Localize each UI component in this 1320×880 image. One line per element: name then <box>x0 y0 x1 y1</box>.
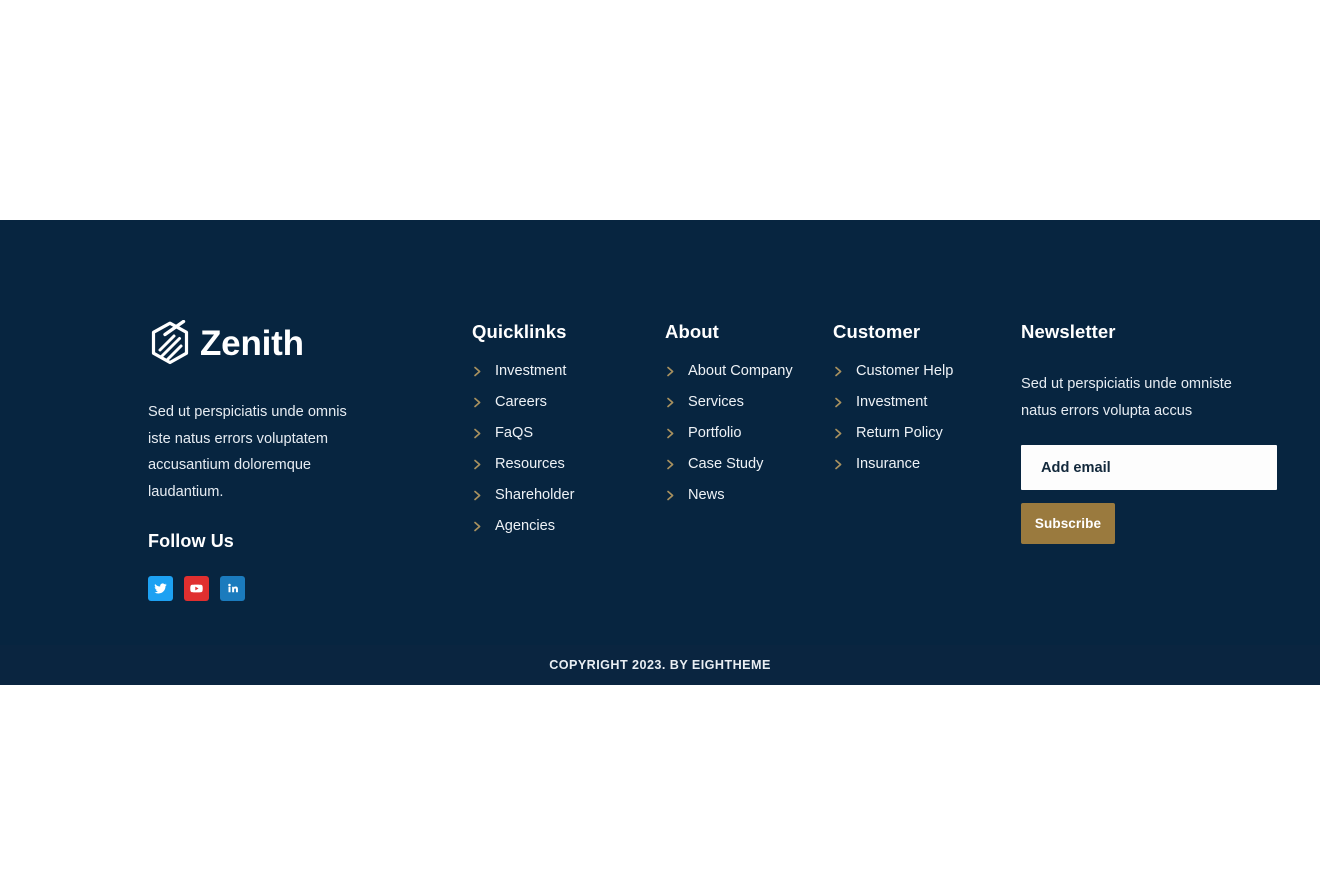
footer-link-label: Return Policy <box>856 425 943 442</box>
footer-link-services[interactable]: Services <box>665 387 830 418</box>
footer-link-about-company[interactable]: About Company <box>665 356 830 387</box>
footer-link-insurance[interactable]: Insurance <box>833 449 1013 480</box>
chevron-right-icon <box>665 366 676 377</box>
footer-link-customer-investment[interactable]: Investment <box>833 387 1013 418</box>
brand-name: Zenith <box>200 323 304 363</box>
footer-link-label: Investment <box>856 394 928 411</box>
footer-link-label: Services <box>688 394 744 411</box>
newsletter-email-input[interactable] <box>1021 445 1277 490</box>
footer-column-quicklinks: Quicklinks Investment Careers FaQS Resou… <box>472 320 652 542</box>
footer-link-label: Portfolio <box>688 425 742 442</box>
footer-link-label: Insurance <box>856 456 921 473</box>
link-list-about: About Company Services Portfolio Case St… <box>665 356 830 511</box>
chevron-right-icon <box>665 459 676 470</box>
footer-link-label: Case Study <box>688 456 764 473</box>
link-list-customer: Customer Help Investment Return Policy I… <box>833 356 1013 480</box>
chevron-right-icon <box>665 490 676 501</box>
footer-link-case-study[interactable]: Case Study <box>665 449 830 480</box>
footer-link-label: Investment <box>495 363 567 380</box>
chevron-right-icon <box>833 428 844 439</box>
chevron-right-icon <box>472 490 483 501</box>
footer-link-careers[interactable]: Careers <box>472 387 652 418</box>
footer-link-label: Resources <box>495 456 565 473</box>
footer-link-news[interactable]: News <box>665 480 830 511</box>
social-links <box>148 575 418 601</box>
column-title-customer: Customer <box>833 321 921 342</box>
newsletter-title: Newsletter <box>1021 321 1116 342</box>
chevron-right-icon <box>833 366 844 377</box>
youtube-icon <box>190 582 203 595</box>
chevron-right-icon <box>472 428 483 439</box>
newsletter-subscribe-button[interactable]: Subscribe <box>1021 503 1115 544</box>
chevron-right-icon <box>833 459 844 470</box>
footer-link-return-policy[interactable]: Return Policy <box>833 418 1013 449</box>
chevron-right-icon <box>472 521 483 532</box>
footer-link-resources[interactable]: Resources <box>472 449 652 480</box>
footer-link-portfolio[interactable]: Portfolio <box>665 418 830 449</box>
footer-link-label: FaQS <box>495 425 534 442</box>
footer-link-agencies[interactable]: Agencies <box>472 511 652 542</box>
footer-link-shareholder[interactable]: Shareholder <box>472 480 652 511</box>
chevron-right-icon <box>833 397 844 408</box>
chevron-right-icon <box>472 459 483 470</box>
footer-link-label: News <box>688 487 725 504</box>
page-blank-area-top <box>0 0 1320 220</box>
chevron-right-icon <box>472 397 483 408</box>
footer-link-faqs[interactable]: FaQS <box>472 418 652 449</box>
site-footer: Zenith Sed ut perspiciatis unde omnis is… <box>0 220 1320 645</box>
follow-us-title: Follow Us <box>148 531 234 551</box>
linkedin-icon <box>227 582 239 594</box>
footer-link-label: Careers <box>495 394 547 411</box>
page-root: Zenith Sed ut perspiciatis unde omnis is… <box>0 0 1320 880</box>
social-link-linkedin[interactable] <box>220 575 245 601</box>
zenith-hexagon-logo-icon <box>148 320 192 366</box>
footer-link-label: Agencies <box>495 518 556 535</box>
footer-column-customer: Customer Customer Help Investment Return… <box>833 320 1013 480</box>
column-title-about: About <box>665 321 719 342</box>
social-link-youtube[interactable] <box>184 575 209 601</box>
twitter-icon <box>154 582 167 595</box>
brand-logo[interactable]: Zenith <box>148 320 418 366</box>
chevron-right-icon <box>665 397 676 408</box>
social-link-twitter[interactable] <box>148 575 173 601</box>
column-title-quicklinks: Quicklinks <box>472 321 567 342</box>
footer-newsletter: Newsletter Sed ut perspiciatis unde omni… <box>1021 320 1277 544</box>
link-list-quicklinks: Investment Careers FaQS Resources Shareh… <box>472 356 652 542</box>
footer-content: Zenith Sed ut perspiciatis unde omnis is… <box>0 220 1320 645</box>
footer-link-label: About Company <box>688 363 793 380</box>
copyright-text: COPYRIGHT 2023. BY EIGHTHEME <box>549 658 771 672</box>
footer-column-about: About About Company Services Portfolio C… <box>665 320 830 511</box>
copyright-bar: COPYRIGHT 2023. BY EIGHTHEME <box>0 645 1320 685</box>
footer-link-investment[interactable]: Investment <box>472 356 652 387</box>
newsletter-description: Sed ut perspiciatis unde omniste natus e… <box>1021 376 1232 419</box>
footer-brand-column: Zenith Sed ut perspiciatis unde omnis is… <box>148 320 418 601</box>
footer-link-customer-help[interactable]: Customer Help <box>833 356 1013 387</box>
chevron-right-icon <box>665 428 676 439</box>
brand-description: Sed ut perspiciatis unde omnis iste natu… <box>148 404 347 500</box>
footer-link-label: Customer Help <box>856 363 954 380</box>
footer-link-label: Shareholder <box>495 487 575 504</box>
page-blank-area-bottom <box>0 685 1320 880</box>
chevron-right-icon <box>472 366 483 377</box>
